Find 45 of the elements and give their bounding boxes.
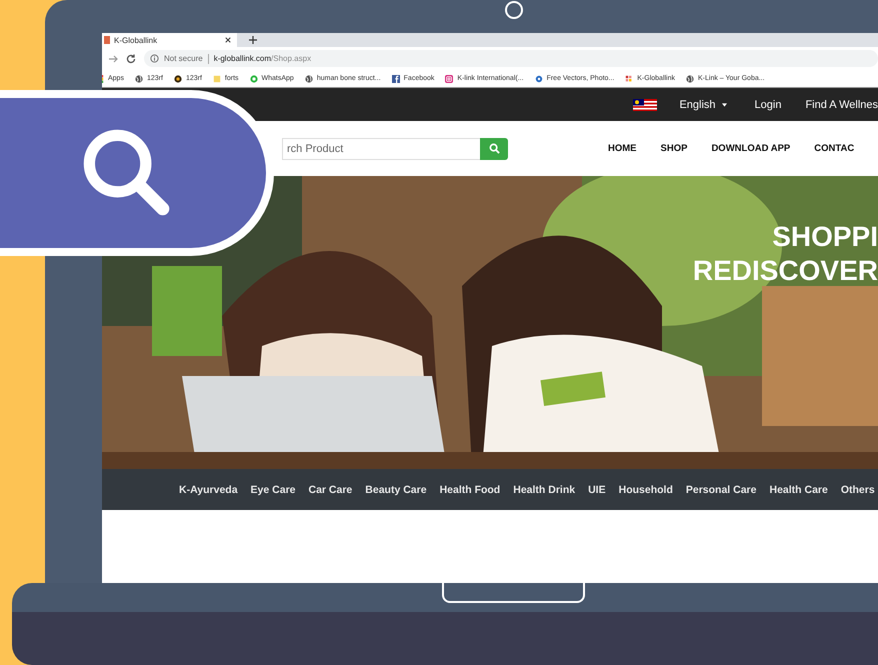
category-link[interactable]: Personal Care (686, 484, 756, 496)
caret-icon[interactable] (722, 102, 727, 106)
security-label: Not secure (164, 54, 203, 63)
globe-icon (304, 74, 313, 82)
search-field[interactable]: rch Product (282, 138, 480, 160)
login-link[interactable]: Login (754, 98, 782, 110)
flag-icon[interactable] (633, 98, 658, 110)
globe-icon (686, 74, 694, 82)
coin-icon (174, 74, 182, 82)
reload-icon[interactable] (126, 54, 136, 64)
category-link[interactable]: Others (840, 484, 875, 496)
category-link[interactable]: Household (618, 484, 673, 496)
logo-icon (104, 36, 110, 44)
nav-link[interactable]: CONTAC (814, 143, 854, 154)
address-bar[interactable]: Not secure k-globallink.com/Shop.aspx (144, 50, 878, 67)
chat-icon (250, 74, 258, 82)
finder-link[interactable]: Find A Wellnes (805, 98, 878, 110)
category-link[interactable]: Car Care (308, 484, 352, 496)
category-link[interactable]: K-Ayurveda (179, 484, 238, 496)
search-icon (488, 143, 500, 154)
info-icon (150, 54, 159, 63)
category-link[interactable]: UIE (588, 484, 606, 496)
category-link[interactable]: Health Care (769, 484, 828, 496)
plus-icon[interactable] (249, 36, 257, 44)
nav-link[interactable]: DOWNLOAD APP (711, 143, 790, 154)
language-selector[interactable]: English (679, 98, 716, 110)
browser-tab[interactable]: K-Globallink (102, 33, 237, 47)
hero-heading: REDISCOVER (692, 254, 878, 288)
facebook-icon (392, 74, 400, 82)
forward-icon[interactable] (108, 54, 118, 64)
logo-icon (625, 74, 634, 82)
hero-heading: SHOPPI (772, 220, 878, 254)
nav-link[interactable]: HOME (608, 143, 636, 154)
gear-icon (534, 74, 543, 82)
category-link[interactable]: Eye Care (250, 484, 296, 496)
category-link[interactable]: Health Drink (513, 484, 576, 496)
url-text: k-globallink.com/Shop.aspx (214, 54, 312, 63)
category-link[interactable]: Health Food (440, 484, 500, 496)
globe-icon (134, 74, 143, 82)
close-icon[interactable] (225, 37, 231, 43)
search-button[interactable] (480, 138, 508, 160)
nav-link[interactable]: SHOP (660, 143, 688, 154)
category-link[interactable]: Beauty Care (365, 484, 427, 496)
tab-title: K-Globallink (114, 36, 158, 44)
folder-icon (212, 74, 221, 82)
